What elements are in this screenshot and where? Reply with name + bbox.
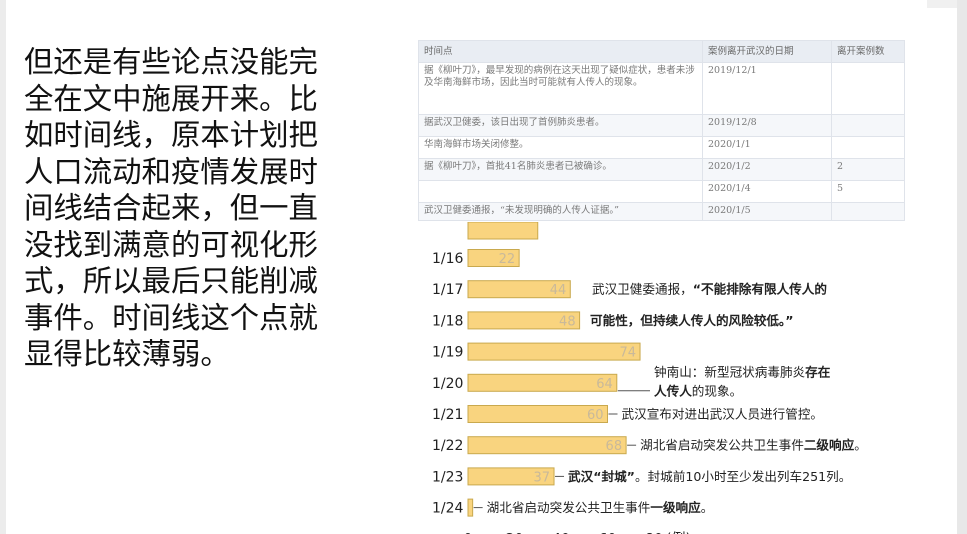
body-text-line: 显得比较薄弱。 [24,337,230,371]
table-cell: 2020/1/2 [702,158,832,181]
table-cell: 武汉卫健委通报，“未发现明确的人传人证据。” [418,202,703,221]
timeline-table: 时间点 案例离开武汉的日期 离开案例数 据《柳叶刀》，最早发现的病例在这天出现了… [418,40,905,221]
category-label: 1/16 [432,251,464,267]
value-label: 64 [596,377,613,392]
value-label: 60 [587,408,604,423]
table-row: 据《柳叶刀》，首批41名肺炎患者已被确诊。 2020/1/2 2 [418,158,905,181]
table-cell: 2019/12/8 [702,114,832,137]
annotation-text: 湖北省启动突发公共卫生事件一级响应。 [487,500,714,515]
table-cell: 5 [831,180,905,203]
annotation-text: 武汉卫健委通报，“不能排除有限人传人的 [592,282,827,297]
table-row: 武汉卫健委通报，“未发现明确的人传人证据。” 2020/1/5 [418,202,905,221]
bar [467,342,641,361]
bar-chart-svg: 1/16 22 1/17 44 1/18 48 1/19 74 1/20 64 1/21 60 1/22… [432,222,867,534]
table-cell [831,202,905,221]
body-text-line: 间线结合起来，但一直 [24,191,318,225]
table-row: 华南海鲜市场关闭修整。 2020/1/1 [418,136,905,159]
bar [467,373,618,392]
table-header-row: 时间点 案例离开武汉的日期 离开案例数 [418,40,905,63]
annotation-text: 武汉宣布对进出武汉人员进行管控。 [622,407,824,422]
value-label: 44 [550,283,567,298]
slide: 但还是有些论点没能完 全在文中施展开来。比 如时间线，原本计划把 人口流动和疫情… [0,0,967,534]
value-label: 74 [620,346,637,361]
category-label: 1/22 [432,438,463,454]
annotation-text: 可能性，但持续人传人的风险较低。” [590,313,793,328]
table-cell: 2 [831,158,905,181]
table-cell [831,114,905,137]
category-label: 1/24 [432,501,464,517]
left-edge-shadow [0,0,6,534]
category-label: 1/21 [432,407,463,423]
category-label: 1/18 [432,313,463,329]
table-row: 据武汉卫健委，该日出现了首例肺炎患者。 2019/12/8 [418,114,905,137]
table-cell [831,136,905,159]
annotation-text: 武汉“封城”。封城前10小时至少发出列车251列。 [568,469,851,484]
body-text-line: 没找到满意的可视化形 [24,227,318,262]
cases-bar-chart: 1/16 22 1/17 44 1/18 48 1/19 74 1/20 64 1/21 60 1/22… [412,222,924,534]
value-label: 37 [533,470,550,485]
category-label: 1/17 [432,282,463,298]
category-label: 1/20 [432,376,463,392]
table-cell: 2019/12/1 [702,62,832,115]
body-text-line: 式，所以最后只能削减 [24,264,318,298]
bar-partial [467,222,539,240]
bar [467,498,474,517]
table-cell: 2020/1/4 [702,180,832,203]
category-label: 1/23 [432,469,463,485]
value-label: 48 [559,314,576,329]
body-text-line: 事件。时间线这个点就 [24,300,318,335]
bar [467,436,627,455]
body-text-line: 如时间线，原本计划把 [24,118,318,152]
table-cell: 2020/1/1 [702,136,832,159]
table-header-cell: 离开案例数 [831,40,905,63]
table-header-cell: 案例离开武汉的日期 [702,40,832,63]
table-row: 2020/1/4 5 [418,180,905,203]
table-cell: 据武汉卫健委，该日出现了首例肺炎患者。 [418,114,703,137]
table-cell [831,62,905,115]
table-cell: 据《柳叶刀》，最早发现的病例在这天出现了疑似症状，患者未涉及华南海鲜市场，因此当… [418,62,703,115]
table-cell [418,180,703,203]
right-edge-shadow [957,0,967,534]
slide-body-text: 但还是有些论点没能完 全在文中施展开来。比 如时间线，原本计划把 人口流动和疫情… [24,44,369,373]
body-text-line: 人口流动和疫情发展时 [24,154,318,189]
table-cell: 据《柳叶刀》，首批41名肺炎患者已被确诊。 [418,158,703,181]
body-text-line: 但还是有些论点没能完 [24,45,318,79]
table-header-cell: 时间点 [418,40,703,63]
annotation-text: 湖北省启动突发公共卫生事件二级响应。 [640,438,867,453]
category-label: 1/19 [432,345,463,361]
table-row: 据《柳叶刀》，最早发现的病例在这天出现了疑似症状，患者未涉及华南海鲜市场，因此当… [418,62,905,115]
annotation-text: 钟南山：新型冠状病毒肺炎存在 [654,364,831,379]
table-cell: 华南海鲜市场关闭修整。 [418,136,703,159]
top-right-edge-shadow [927,0,957,8]
body-text-line: 全在文中施展开来。比 [24,81,318,116]
value-label: 22 [499,252,516,267]
table-cell: 2020/1/5 [702,202,832,221]
value-label: 68 [606,439,623,454]
annotation-text: 人传人的现象。 [654,383,742,398]
